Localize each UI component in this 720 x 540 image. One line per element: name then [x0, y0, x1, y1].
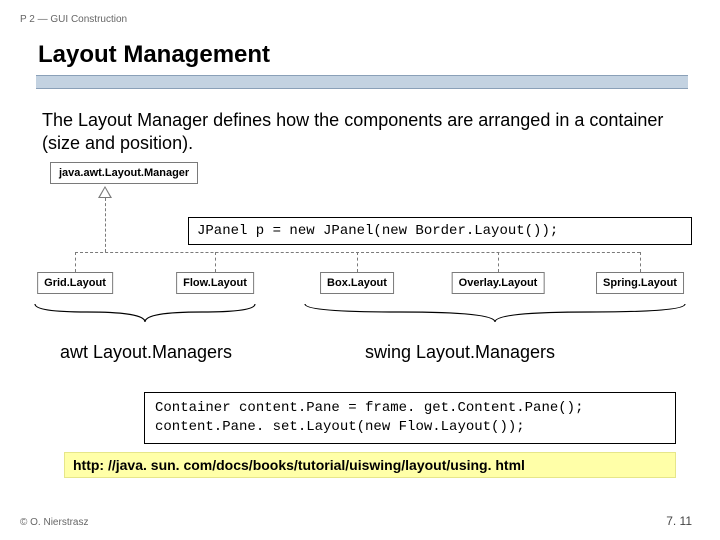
leaf-class-box: Grid.Layout — [37, 272, 113, 294]
connector-line — [215, 252, 216, 272]
connector-line — [498, 252, 499, 272]
curly-brace-icon — [300, 302, 690, 324]
class-diagram: java.awt.Layout.Manager Grid.Layout Flow… — [20, 162, 700, 392]
copyright-text: © O. Nierstrasz — [20, 517, 89, 528]
leaf-class-box: Box.Layout — [320, 272, 394, 294]
title-underline — [36, 75, 688, 89]
connector-line — [357, 252, 358, 272]
page-title: Layout Management — [0, 25, 720, 75]
connector-line — [640, 252, 641, 272]
page-number: 7. 11 — [666, 514, 692, 528]
breadcrumb: P 2 — GUI Construction — [0, 0, 720, 25]
connector-line — [105, 198, 106, 252]
root-class-box: java.awt.Layout.Manager — [50, 162, 198, 184]
code-line: content.Pane. set.Layout(new Flow.Layout… — [155, 418, 665, 437]
inheritance-triangle-icon — [98, 186, 112, 198]
connector-line — [75, 252, 76, 272]
leaf-class-box: Spring.Layout — [596, 272, 684, 294]
reference-link[interactable]: http: //java. sun. com/docs/books/tutori… — [64, 452, 676, 478]
description-text: The Layout Manager defines how the compo… — [0, 89, 720, 154]
leaf-class-box: Flow.Layout — [176, 272, 254, 294]
code-snippet-jpanel: JPanel p = new JPanel(new Border.Layout(… — [188, 217, 692, 245]
code-snippet-container: Container content.Pane = frame. get.Cont… — [144, 392, 676, 444]
curly-brace-icon — [30, 302, 260, 324]
group-label-awt: awt Layout.Managers — [60, 342, 232, 363]
code-line: Container content.Pane = frame. get.Cont… — [155, 399, 665, 418]
group-label-swing: swing Layout.Managers — [365, 342, 555, 363]
leaf-class-box: Overlay.Layout — [452, 272, 545, 294]
